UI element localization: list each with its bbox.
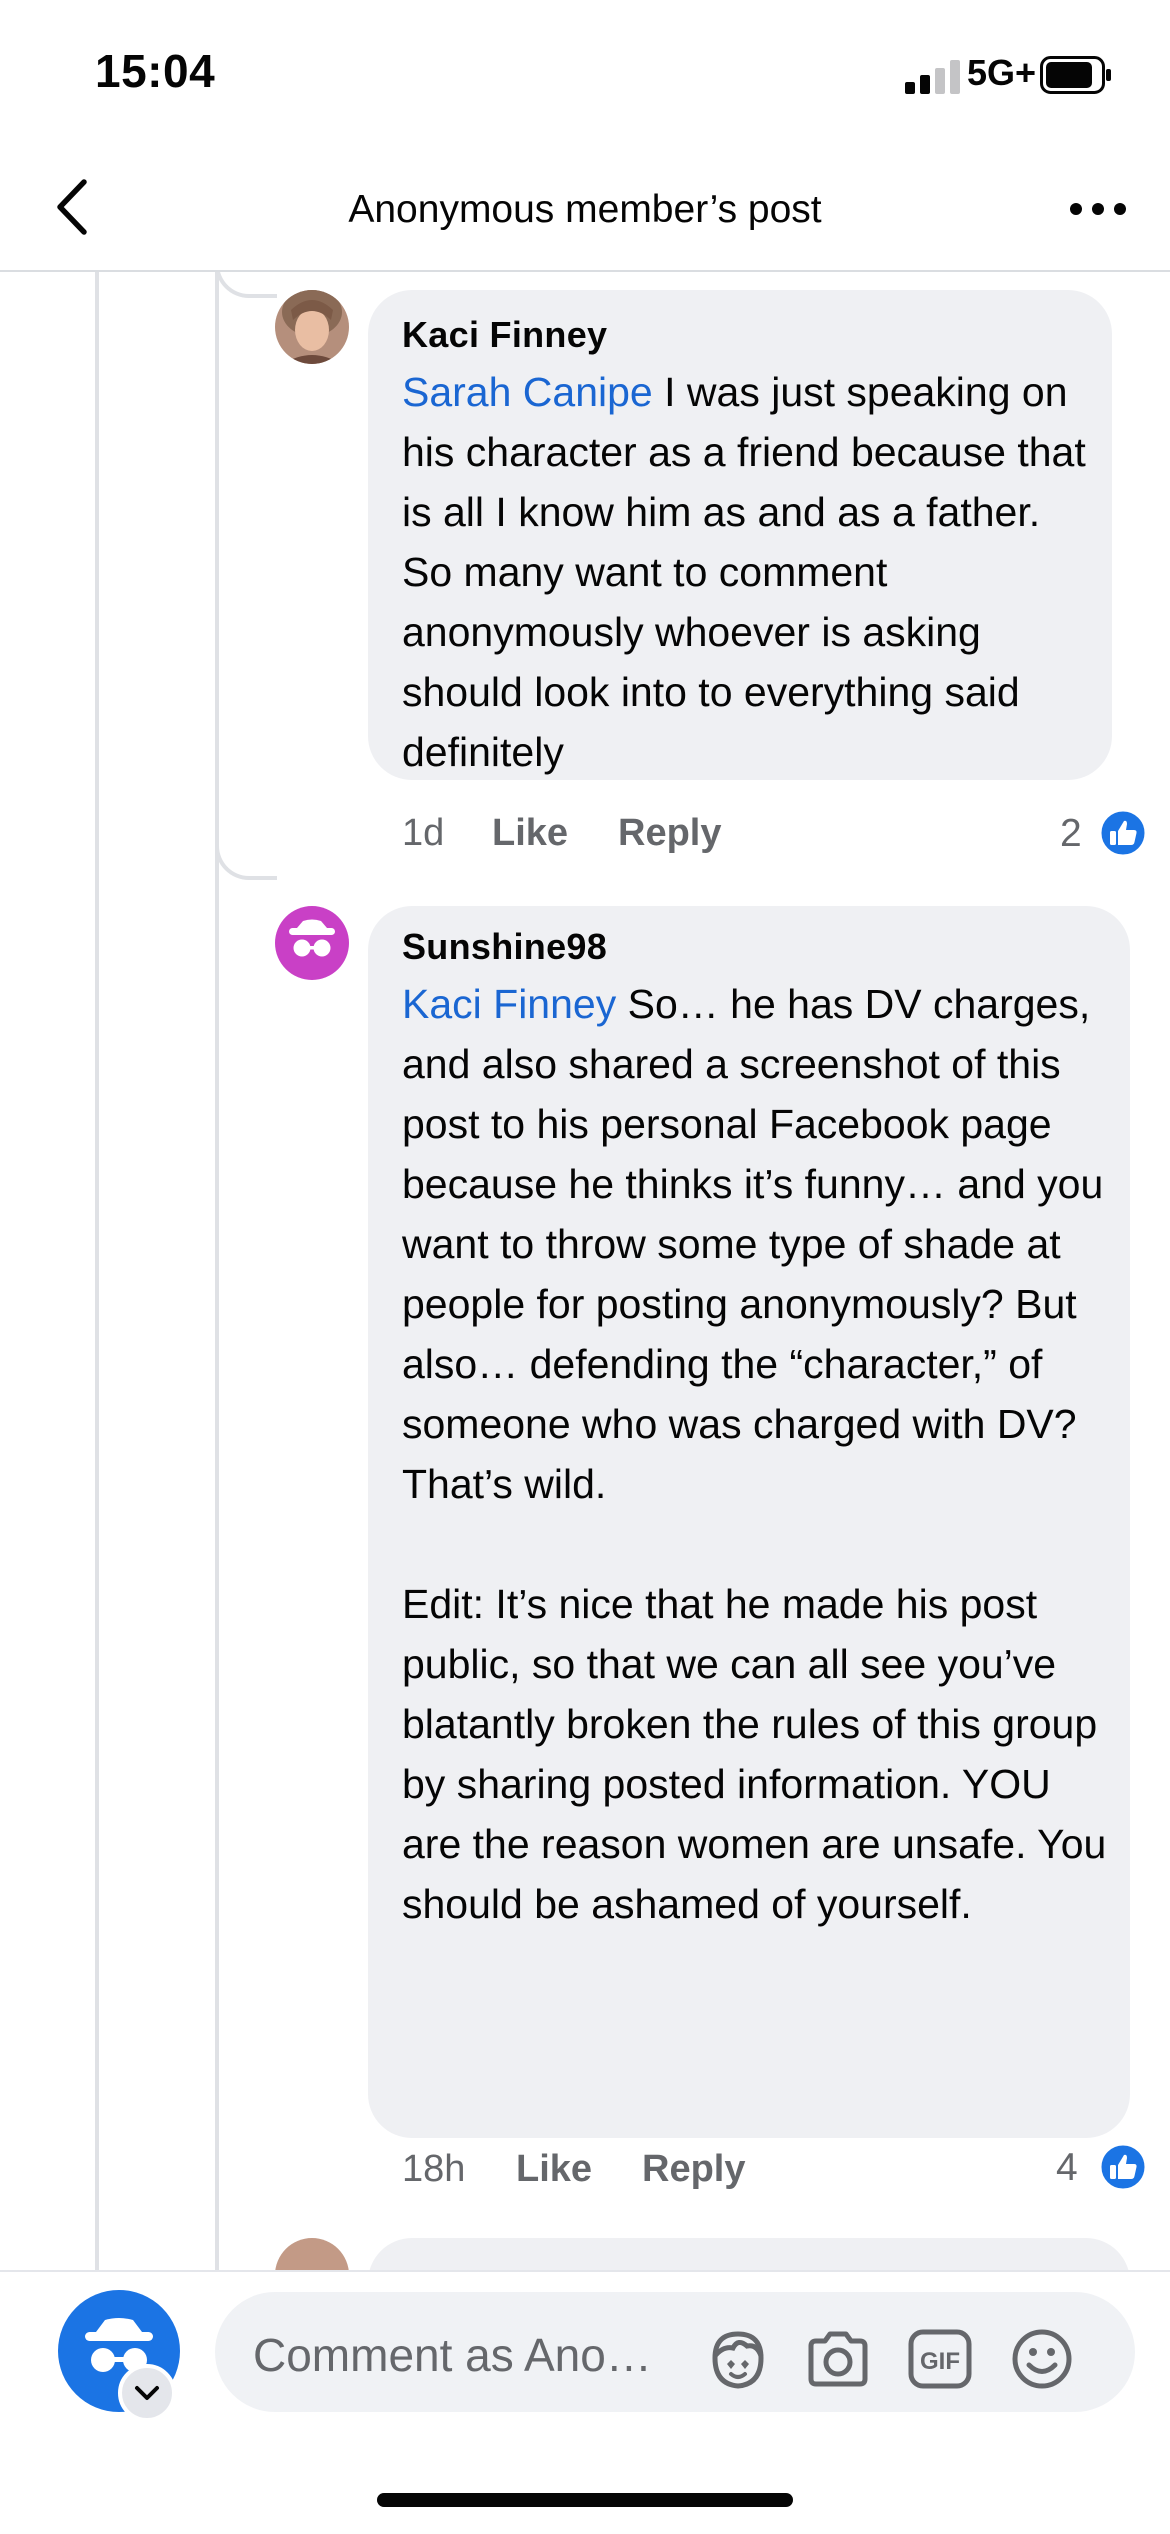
- comment-bubble[interactable]: Kaci Finney Sarah Canipe I was just spea…: [368, 290, 1112, 780]
- like-icon: [1098, 808, 1148, 858]
- comment-text: Sarah Canipe I was just speaking on his …: [402, 362, 1092, 782]
- avatar[interactable]: [275, 290, 349, 364]
- comment-thread: Kaci Finney Sarah Canipe I was just spea…: [0, 272, 1170, 2270]
- comment-author[interactable]: Kaci Finney: [402, 314, 1092, 356]
- network-label: 5G+: [967, 52, 1037, 93]
- reaction-summary[interactable]: 2: [1050, 808, 1150, 868]
- thread-line: [215, 272, 219, 2270]
- reaction-count: 4: [1056, 2146, 1078, 2189]
- comment-actions: 1d Like Reply: [402, 812, 802, 872]
- like-button[interactable]: Like: [516, 2148, 592, 2191]
- comment-placeholder: Comment as Ano…: [253, 2329, 652, 2381]
- comment-actions: 18h Like Reply: [402, 2148, 822, 2208]
- comment-text: Kaci Finney So… he has DV charges, and a…: [402, 974, 1112, 1934]
- comment-body: I was just speaking on his character as …: [402, 369, 1086, 775]
- signal-icon: [905, 60, 960, 94]
- svg-text:GIF: GIF: [920, 2348, 960, 2375]
- home-indicator[interactable]: [377, 2493, 793, 2507]
- comment-input[interactable]: Comment as Ano… GIF: [215, 2292, 1135, 2412]
- more-icon[interactable]: [1060, 174, 1140, 244]
- page-title: Anonymous member’s post: [348, 188, 822, 231]
- comment-author[interactable]: Sunshine98: [402, 926, 1112, 968]
- reply-button[interactable]: Reply: [618, 812, 721, 855]
- top-nav-bar: Anonymous member’s post: [0, 150, 1170, 272]
- avatar[interactable]: [275, 906, 349, 980]
- profile-photo: [275, 290, 349, 364]
- status-time: 15:04: [95, 45, 216, 97]
- chevron-down-icon: [135, 2386, 159, 2400]
- emoji-icon[interactable]: [1007, 2324, 1077, 2394]
- mention-link[interactable]: Kaci Finney: [402, 981, 616, 1027]
- identity-dropdown[interactable]: [118, 2364, 176, 2422]
- like-icon: [1098, 2142, 1148, 2192]
- like-button[interactable]: Like: [492, 812, 568, 855]
- reply-connector: [215, 272, 277, 298]
- comment-time: 18h: [402, 2148, 466, 2190]
- thread-line: [95, 272, 99, 2270]
- reply-connector: [215, 828, 277, 880]
- reaction-count: 2: [1060, 812, 1082, 855]
- avatar[interactable]: [275, 2238, 349, 2270]
- comment-body: So… he has DV charges, and also shared a…: [402, 981, 1107, 1927]
- incognito-icon: [289, 919, 335, 957]
- comment-time: 1d: [402, 812, 445, 854]
- reply-button[interactable]: Reply: [642, 2148, 745, 2191]
- camera-icon[interactable]: [803, 2324, 873, 2394]
- reaction-summary[interactable]: 4: [1050, 2142, 1150, 2202]
- battery-icon: [1040, 56, 1111, 94]
- avatar-sticker-icon[interactable]: [703, 2324, 773, 2394]
- mention-link[interactable]: Sarah Canipe: [402, 369, 653, 415]
- status-bar: 15:04 5G+: [0, 0, 1170, 150]
- comment-bubble[interactable]: [368, 2238, 1130, 2270]
- comment-bubble[interactable]: Sunshine98 Kaci Finney So… he has DV cha…: [368, 906, 1130, 2138]
- gif-icon[interactable]: GIF: [905, 2324, 975, 2394]
